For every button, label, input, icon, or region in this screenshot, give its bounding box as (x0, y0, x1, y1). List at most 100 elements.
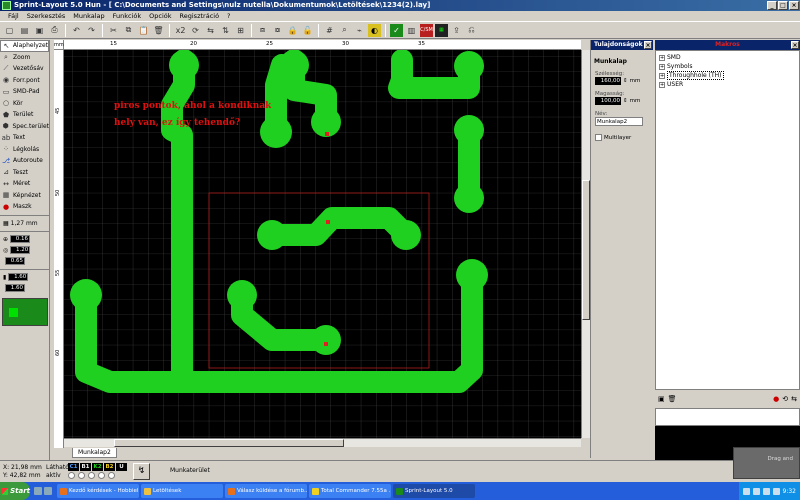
horizontal-scroll-thumb[interactable] (114, 439, 344, 447)
vertical-scroll-thumb[interactable] (582, 180, 590, 320)
cut-icon[interactable]: ✂ (107, 24, 120, 37)
tray-icon[interactable] (762, 487, 770, 495)
pad-outer-input[interactable]: 0.16 (10, 235, 31, 243)
tool-measure[interactable]: ↔ Méret (0, 178, 49, 190)
copy-icon[interactable]: ⧉ (122, 24, 135, 37)
layer-radio-b1[interactable] (78, 472, 85, 479)
tool-smd[interactable]: ▭ SMD-Pad (0, 86, 49, 98)
undo-icon[interactable]: ↶ (70, 24, 83, 37)
layer-radio-u[interactable] (108, 472, 115, 479)
delete-icon[interactable]: 🗑 (152, 24, 165, 37)
tool-track[interactable]: ⟋ Vezetősáv (0, 63, 49, 75)
redo-icon[interactable]: ↷ (85, 24, 98, 37)
spin-icon[interactable]: ⇕ (623, 78, 628, 84)
properties-close-icon[interactable]: × (644, 41, 652, 49)
components-icon[interactable]: ▥ (405, 24, 418, 37)
tool-circle[interactable]: ○ Kör (0, 98, 49, 110)
export-icon[interactable]: ⇪ (450, 24, 463, 37)
gerber-icon[interactable]: ⎌ (465, 24, 478, 37)
smd-w-input[interactable]: 1.60 (8, 273, 29, 281)
maximize-button[interactable]: □ (778, 1, 788, 10)
tool-special-area[interactable]: ⬢ Spec.terület (0, 121, 49, 133)
save-icon[interactable]: ▣ (33, 24, 46, 37)
menu-functions[interactable]: Funkciók (109, 11, 146, 21)
grid-size-row[interactable]: ▦ 1,27 mm (0, 218, 49, 229)
zoom-factor-button[interactable]: x2 (174, 24, 187, 37)
mirror-macro-icon[interactable]: ⇆ (791, 395, 797, 403)
start-button[interactable]: Start (0, 482, 30, 500)
pcb-drawing[interactable]: piros pontok, ahol a kondiknak hely van,… (64, 50, 581, 438)
quick-launch-icon[interactable] (44, 487, 52, 495)
tool-area[interactable]: ⬟ Terület (0, 109, 49, 121)
layer-radio-k2[interactable] (88, 472, 95, 479)
layer-button-k2[interactable]: K2 (92, 463, 103, 471)
tool-text[interactable]: ab Text (0, 132, 49, 144)
layer-button-b2[interactable]: B2 (104, 463, 115, 471)
tab-munkalap2[interactable]: Munkalap2 (72, 448, 117, 458)
tree-item-user[interactable]: + USER (659, 80, 796, 89)
open-folder-icon[interactable]: ▤ (18, 24, 31, 37)
mirror-h-icon[interactable]: ⇆ (204, 24, 217, 37)
vertical-scrollbar[interactable] (581, 50, 590, 438)
height-input[interactable]: 100,00 (595, 97, 621, 105)
pcb-canvas[interactable]: piros pontok, ahol a kondiknak hely van,… (64, 50, 581, 438)
layer-radio-b2[interactable] (98, 472, 105, 479)
tool-via[interactable]: ⁘ Légkolás (0, 144, 49, 156)
layer-button-b1[interactable]: B1 (80, 463, 91, 471)
taskbar-item[interactable]: Sprint-Layout 5.0 (393, 484, 475, 498)
tool-test[interactable]: ⊿ Teszt (0, 167, 49, 179)
tree-item-throughhole[interactable]: + Throughhole (TH) (659, 71, 796, 80)
tool-mask[interactable]: ● Maszk (0, 201, 49, 213)
rotate-macro-icon[interactable]: ⟲ (782, 395, 788, 403)
tool-photo[interactable]: ▦ Képnézet (0, 190, 49, 202)
pad-inner2-input[interactable]: 0.65 (5, 257, 25, 265)
multilayer-checkbox[interactable] (595, 134, 602, 141)
expand-icon[interactable]: + (659, 81, 665, 88)
group-icon[interactable]: ⧈ (256, 24, 269, 37)
connections-icon[interactable]: ⌁ (353, 24, 366, 37)
menu-options[interactable]: Opciók (145, 11, 175, 21)
new-file-icon[interactable]: ▢ (3, 24, 16, 37)
record-icon[interactable]: ● (773, 395, 779, 403)
taskbar-item[interactable]: Total Commander 7.55a ... (309, 484, 391, 498)
align-icon[interactable]: ⊞ (234, 24, 247, 37)
menu-worksheet[interactable]: Munkalap (69, 11, 108, 21)
width-input[interactable]: 160,00 (595, 77, 621, 85)
rotate-icon[interactable]: ⟳ (189, 24, 202, 37)
grid-icon[interactable]: # (323, 24, 336, 37)
zoom-fit-icon[interactable]: ⌕ (338, 24, 351, 37)
menu-edit[interactable]: Szerkesztés (23, 11, 69, 21)
expand-icon[interactable]: + (659, 63, 665, 70)
tree-item-symbols[interactable]: + Symbols (659, 62, 796, 71)
layer-button-c1[interactable]: C1 (68, 463, 79, 471)
tool-autoroute[interactable]: ⎇ Autoroute (0, 155, 49, 167)
expand-icon[interactable]: + (659, 54, 665, 61)
taskbar-item[interactable]: Kezdő kérdések - Hobbiel... (57, 484, 139, 498)
unlock-icon[interactable]: 🔓 (301, 24, 314, 37)
save-macro-icon[interactable]: ▣ (658, 395, 665, 403)
mirror-v-icon[interactable]: ⇅ (219, 24, 232, 37)
floating-window[interactable]: Drag and (733, 447, 800, 479)
layer-button-u[interactable]: U (116, 463, 127, 471)
menu-file[interactable]: Fájl (4, 11, 23, 21)
quick-launch-icon[interactable] (34, 487, 42, 495)
tool-pad[interactable]: ◉ Forr.pont (0, 75, 49, 87)
taskbar-item[interactable]: Letöltések (141, 484, 223, 498)
horizontal-scrollbar[interactable] (64, 438, 581, 447)
pad-inner1-input[interactable]: 1.20 (10, 246, 31, 254)
rubberband-icon[interactable]: ◐ (368, 23, 381, 37)
minimize-button[interactable]: _ (767, 1, 777, 10)
tray-icon[interactable] (772, 487, 780, 495)
layer-radio-c1[interactable] (68, 472, 75, 479)
close-button[interactable]: × (789, 1, 799, 10)
tray-icon[interactable] (752, 487, 760, 495)
tool-arrow[interactable]: ↖ Alaphelyzet (0, 40, 49, 52)
drc-icon[interactable]: ✓ (390, 23, 403, 37)
tool-zoom[interactable]: ⌕ Zoom (0, 52, 49, 64)
tray-icon[interactable] (742, 487, 750, 495)
expand-icon[interactable]: + (659, 72, 665, 79)
taskbar-item[interactable]: Válasz küldése a fórumb... (225, 484, 307, 498)
photoview-icon[interactable]: ▦ (435, 23, 448, 37)
tree-item-smd[interactable]: + SMD (659, 53, 796, 62)
layer-badge-icon[interactable]: C/SM (420, 23, 433, 37)
